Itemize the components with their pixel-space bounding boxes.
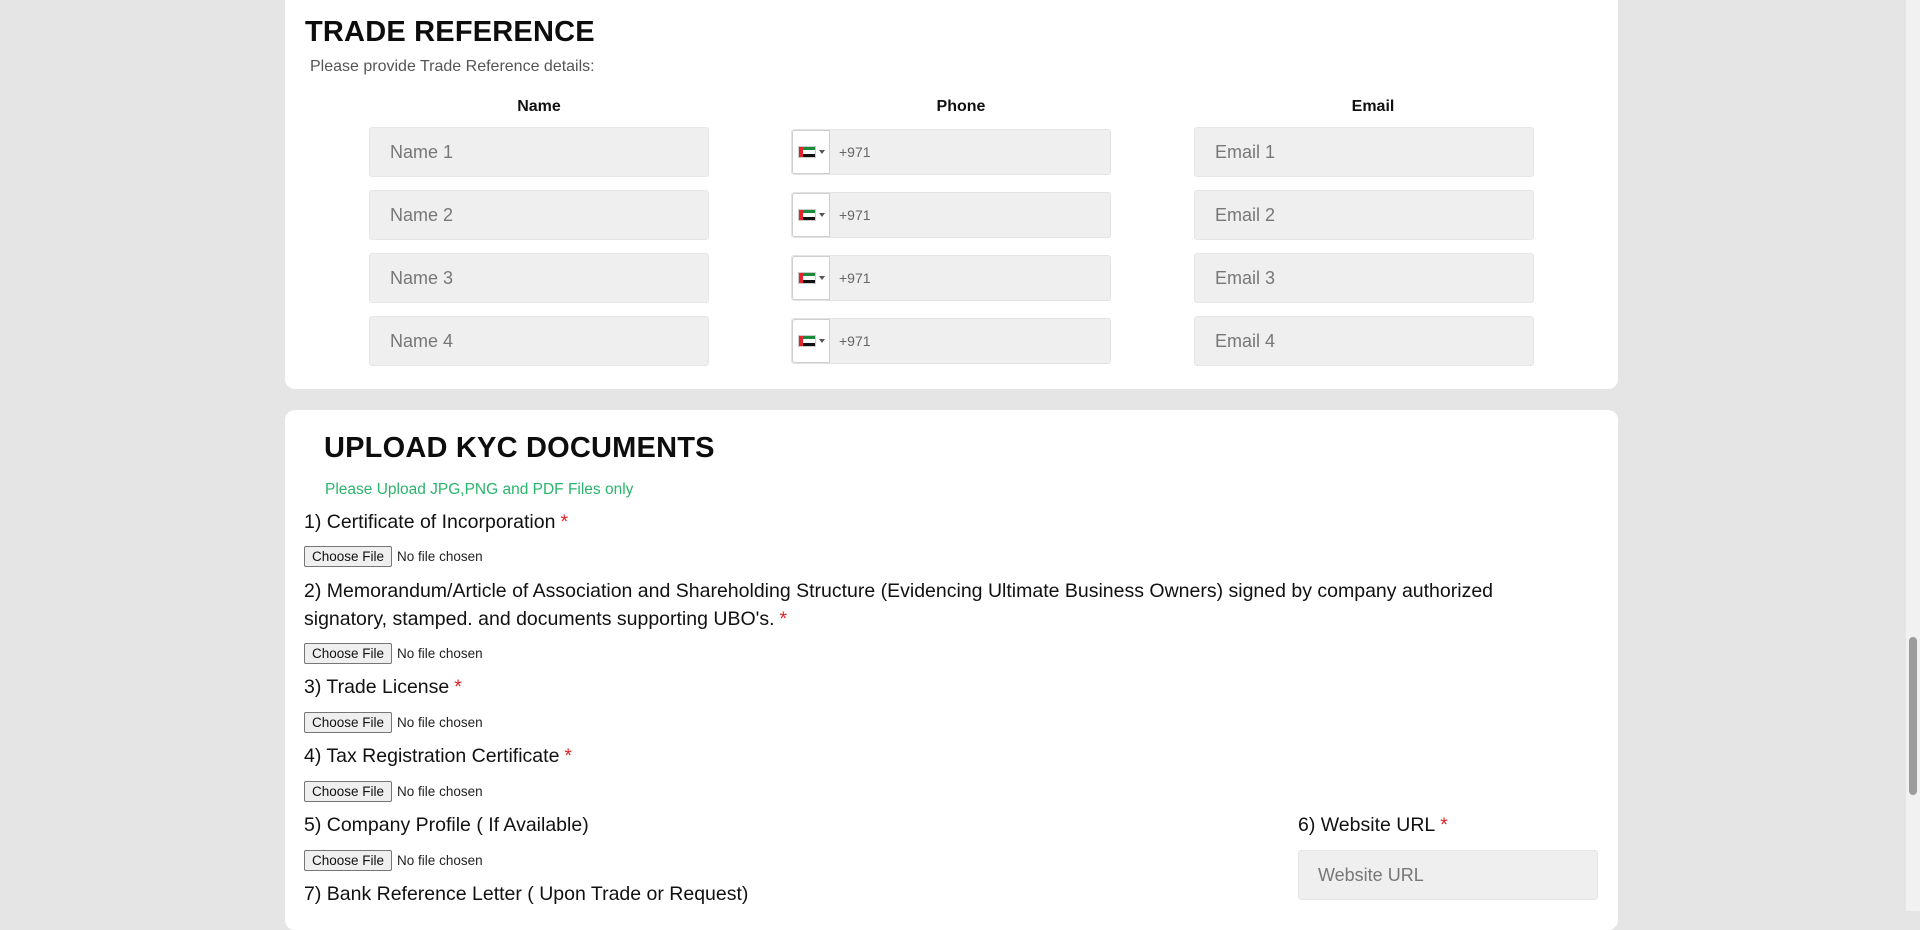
trade-reference-section: TRADE REFERENCE Please provide Trade Ref… — [285, 0, 1618, 389]
uae-flag-icon — [797, 335, 816, 347]
country-code-dropdown[interactable] — [792, 256, 830, 300]
trade-ref-name-2-input[interactable]: Name 2 — [369, 190, 709, 240]
choose-file-button[interactable]: Choose File — [304, 850, 393, 871]
doc-4-label-text: 4) Tax Registration Certificate — [304, 745, 560, 767]
caret-down-icon — [818, 150, 825, 154]
doc-1-label: 1) Certificate of Incorporation * — [304, 508, 568, 536]
choose-file-button[interactable]: Choose File — [304, 643, 393, 664]
doc-2-file-input[interactable]: Choose File No file chosen — [304, 643, 483, 664]
placeholder: Email 4 — [1215, 330, 1276, 351]
placeholder: Email 3 — [1215, 267, 1276, 288]
trade-ref-name-1-input[interactable]: Name 1 — [369, 127, 709, 177]
required-mark: * — [560, 511, 569, 533]
doc-5-label: 5) Company Profile ( If Available) — [304, 811, 589, 839]
doc-2-label: 2) Memorandum/Article of Association and… — [304, 577, 1594, 633]
uae-flag-icon — [797, 272, 816, 284]
trade-ref-phone-3-input[interactable]: +971 — [791, 255, 1111, 301]
choose-file-button[interactable]: Choose File — [304, 546, 393, 567]
doc-5-label-text: 5) Company Profile ( If Available) — [304, 814, 589, 836]
page-scrollbar[interactable] — [1906, 0, 1920, 911]
uae-flag-icon — [797, 146, 816, 158]
caret-down-icon — [818, 276, 825, 280]
trade-ref-email-1-input[interactable]: Email 1 — [1194, 127, 1534, 177]
doc-5-file-input[interactable]: Choose File No file chosen — [304, 850, 483, 871]
trade-ref-email-2-input[interactable]: Email 2 — [1194, 190, 1534, 240]
required-mark: * — [564, 745, 573, 767]
scrollbar-thumb[interactable] — [1909, 637, 1917, 795]
doc-3-label: 3) Trade License * — [304, 673, 462, 701]
doc-1-label-text: 1) Certificate of Incorporation — [304, 511, 556, 533]
column-header-email: Email — [1351, 98, 1395, 115]
website-url-label: 6) Website URL * — [1298, 811, 1448, 839]
file-status: No file chosen — [397, 715, 483, 730]
dial-code: +971 — [839, 333, 871, 349]
kyc-upload-section: UPLOAD KYC DOCUMENTS Please Upload JPG,P… — [285, 410, 1618, 930]
doc-4-file-input[interactable]: Choose File No file chosen — [304, 781, 483, 802]
file-status: No file chosen — [397, 784, 483, 799]
country-code-dropdown[interactable] — [792, 130, 830, 174]
trade-ref-name-4-input[interactable]: Name 4 — [369, 316, 709, 366]
trade-ref-phone-4-input[interactable]: +971 — [791, 318, 1111, 364]
placeholder: Email 1 — [1215, 141, 1276, 162]
dial-code: +971 — [839, 207, 871, 223]
doc-7-label: 7) Bank Reference Letter ( Upon Trade or… — [304, 880, 748, 908]
required-mark: * — [1440, 814, 1448, 836]
doc-1-file-input[interactable]: Choose File No file chosen — [304, 546, 483, 567]
trade-reference-title: TRADE REFERENCE — [305, 16, 595, 48]
doc-4-label: 4) Tax Registration Certificate * — [304, 742, 572, 770]
trade-ref-name-3-input[interactable]: Name 3 — [369, 253, 709, 303]
trade-ref-phone-2-input[interactable]: +971 — [791, 192, 1111, 238]
website-url-label-text: 6) Website URL — [1298, 814, 1436, 836]
doc-3-label-text: 3) Trade License — [304, 676, 450, 698]
placeholder: Website URL — [1318, 864, 1424, 885]
trade-reference-subtitle: Please provide Trade Reference details: — [310, 58, 595, 75]
uae-flag-icon — [797, 209, 816, 221]
file-status: No file chosen — [397, 549, 483, 564]
trade-ref-email-3-input[interactable]: Email 3 — [1194, 253, 1534, 303]
file-type-note: Please Upload JPG,PNG and PDF Files only — [325, 481, 634, 498]
placeholder: Name 4 — [390, 330, 454, 351]
placeholder: Name 2 — [390, 204, 454, 225]
dial-code: +971 — [839, 144, 871, 160]
country-code-dropdown[interactable] — [792, 319, 830, 363]
placeholder: Email 2 — [1215, 204, 1276, 225]
placeholder: Name 1 — [390, 141, 454, 162]
column-header-phone: Phone — [936, 98, 986, 115]
trade-ref-phone-1-input[interactable]: +971 — [791, 129, 1111, 175]
doc-7-label-text: 7) Bank Reference Letter ( Upon Trade or… — [304, 883, 749, 905]
trade-ref-email-4-input[interactable]: Email 4 — [1194, 316, 1534, 366]
website-url-input[interactable]: Website URL — [1298, 850, 1598, 900]
column-header-name: Name — [517, 98, 561, 115]
file-status: No file chosen — [397, 646, 483, 661]
doc-2-label-line2: signatory, stamped. and documents suppor… — [304, 608, 775, 630]
required-mark: * — [779, 608, 788, 630]
doc-2-label-line2-wrap: signatory, stamped. and documents suppor… — [304, 605, 1594, 633]
required-mark: * — [454, 676, 462, 698]
dial-code: +971 — [839, 270, 871, 286]
caret-down-icon — [818, 213, 825, 217]
kyc-title: UPLOAD KYC DOCUMENTS — [324, 432, 715, 464]
file-status: No file chosen — [397, 853, 483, 868]
choose-file-button[interactable]: Choose File — [304, 781, 393, 802]
doc-2-label-line1: 2) Memorandum/Article of Association and… — [304, 580, 1494, 602]
caret-down-icon — [818, 339, 825, 343]
country-code-dropdown[interactable] — [792, 193, 830, 237]
doc-3-file-input[interactable]: Choose File No file chosen — [304, 712, 483, 733]
placeholder: Name 3 — [390, 267, 454, 288]
choose-file-button[interactable]: Choose File — [304, 712, 393, 733]
